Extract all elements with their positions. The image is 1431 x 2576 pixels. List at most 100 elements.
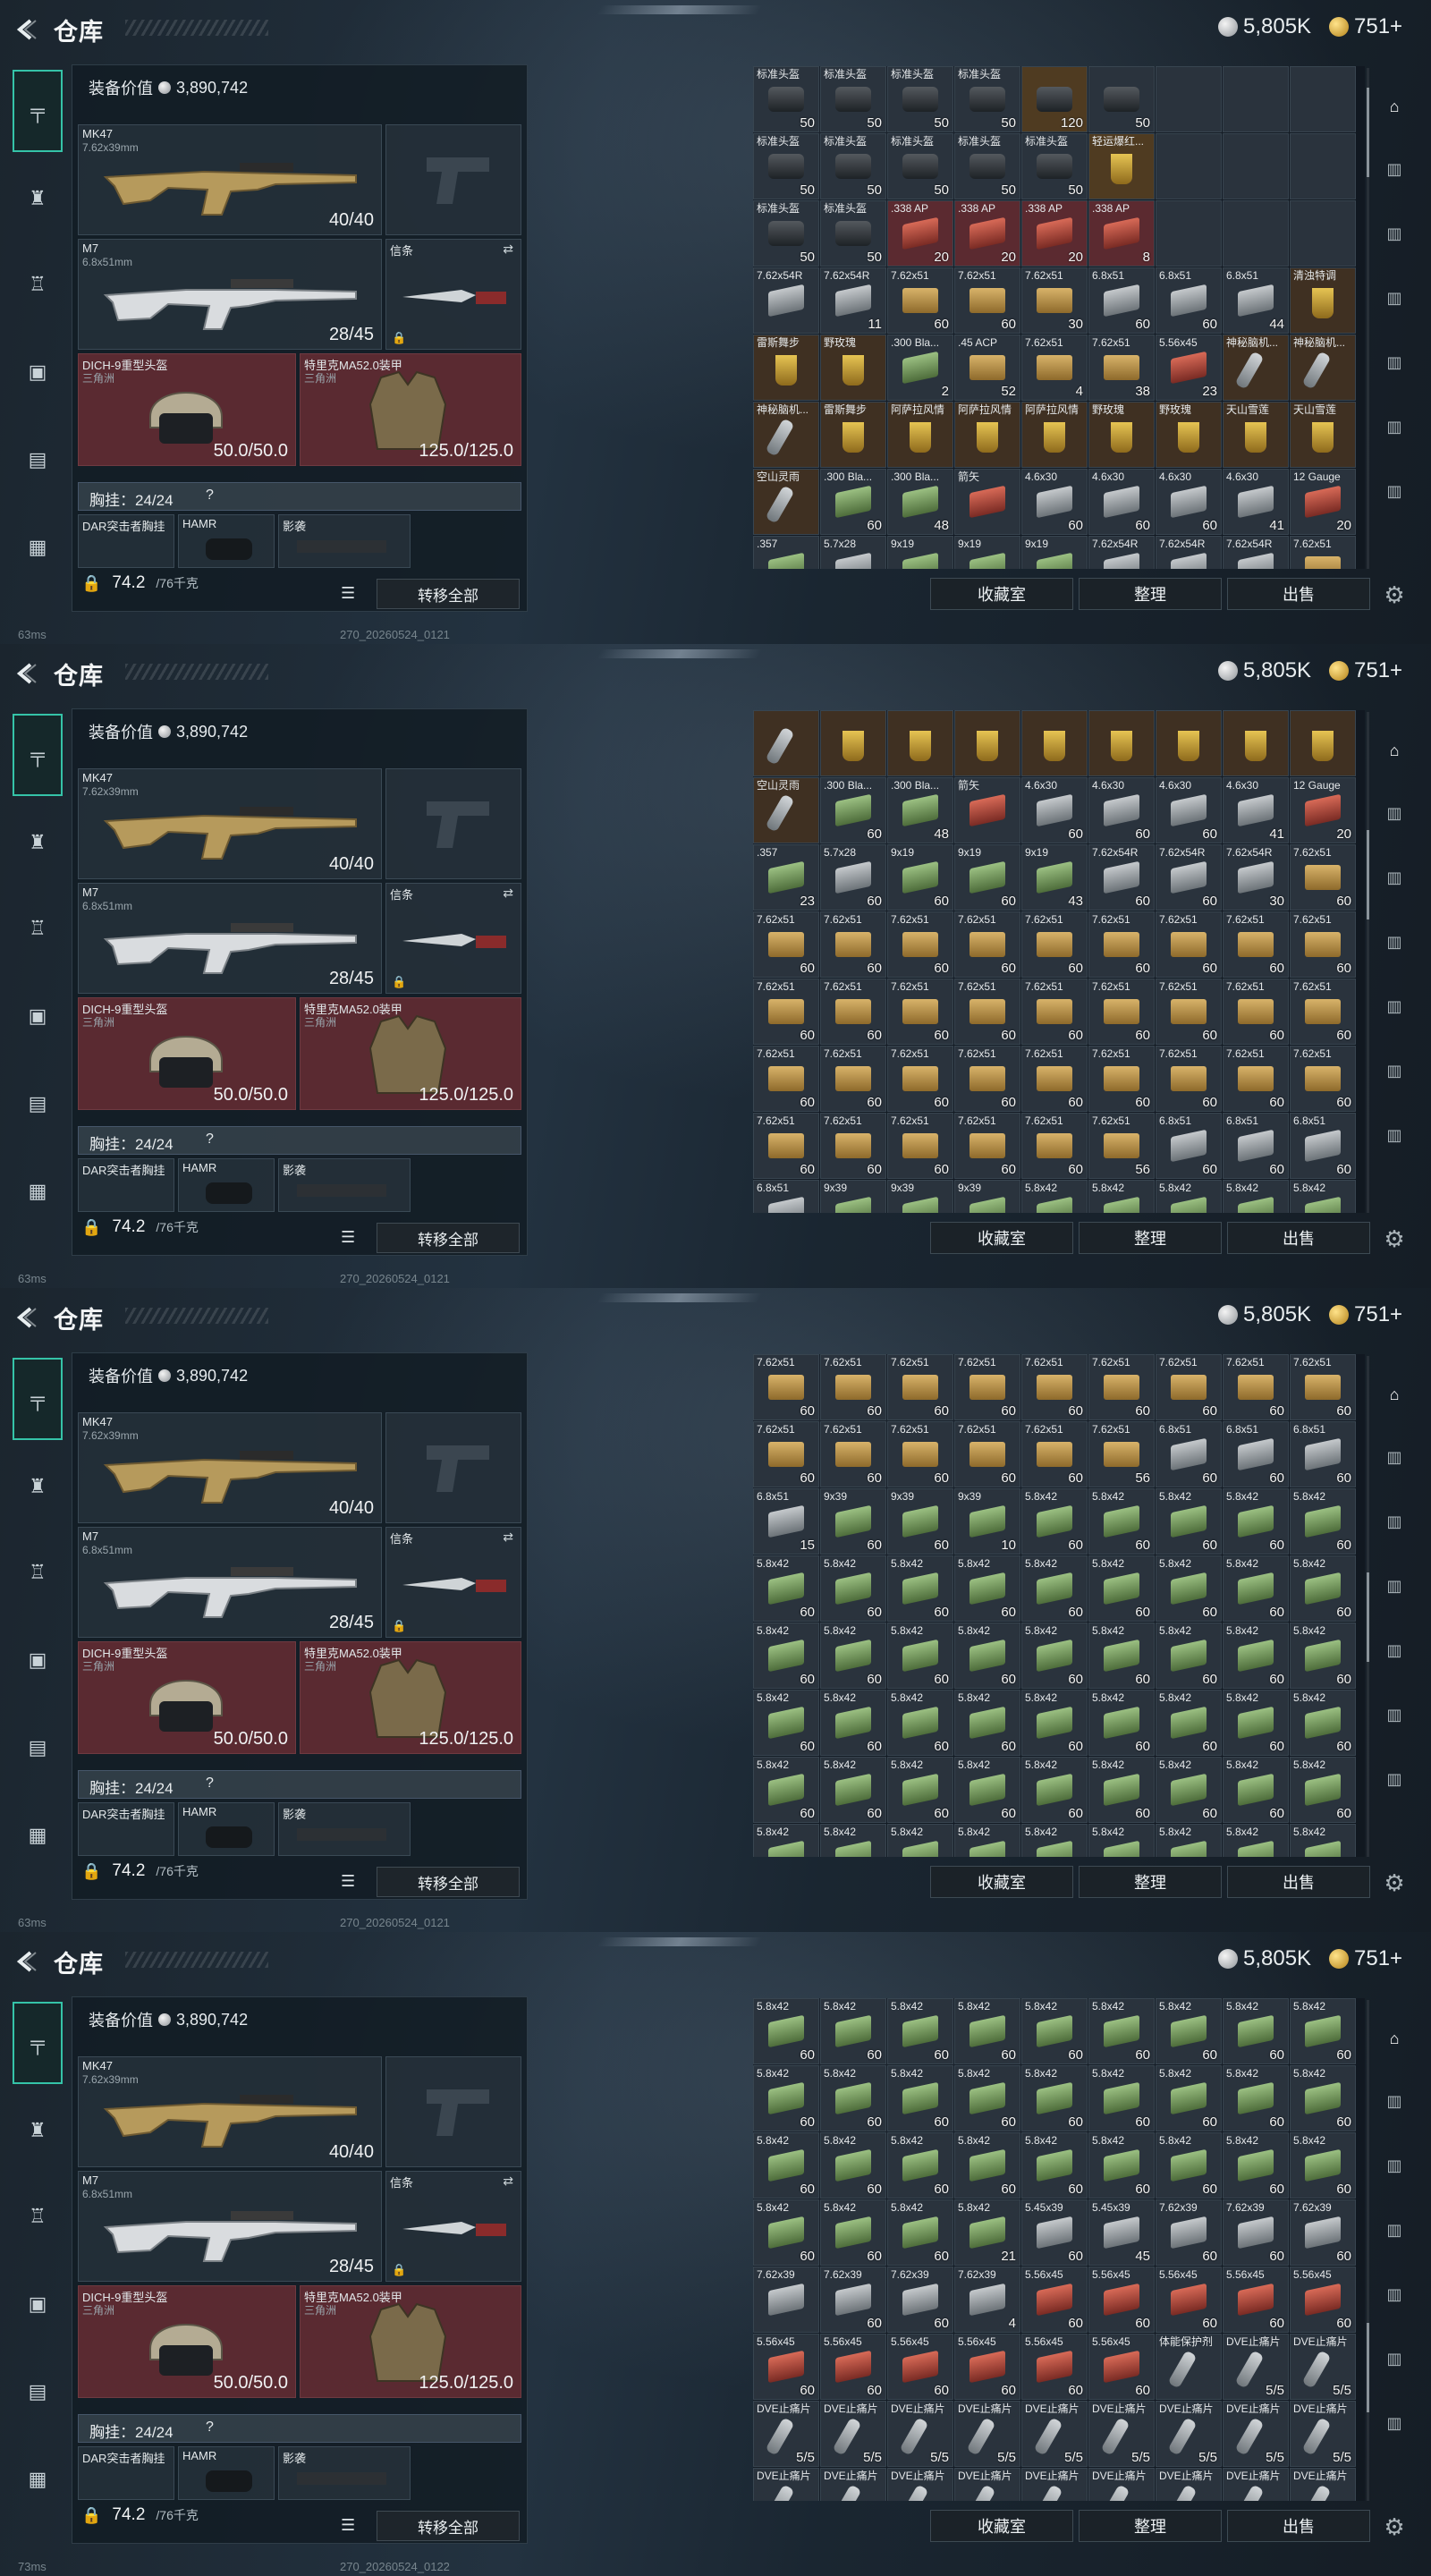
storage-item[interactable]: 5.45x39 45: [1088, 2199, 1155, 2266]
list-view-icon[interactable]: ☰: [341, 584, 364, 604]
chest-item[interactable]: DAR突击者胸挂: [78, 1802, 174, 1856]
storage-item[interactable]: 标准头盔 50: [887, 133, 953, 199]
storage-item[interactable]: 5.8x42: [1223, 1180, 1289, 1213]
storage-item[interactable]: 5.8x42: [1156, 1180, 1222, 1213]
storage-item[interactable]: 5.8x42 60: [1156, 1998, 1222, 2064]
storage-item[interactable]: 5.56x45 60: [1088, 2334, 1155, 2400]
storage-item[interactable]: 5.8x42 60: [753, 1757, 819, 1823]
storage-item[interactable]: 7.62x51 60: [1156, 1354, 1222, 1420]
transfer-all-button[interactable]: 转移全部: [377, 1223, 520, 1253]
storage-item[interactable]: 7.62x39 60: [1290, 2199, 1356, 2266]
storage-item[interactable]: 5.8x42 60: [1156, 1488, 1222, 1555]
storage-item[interactable]: DVE止痛片 5/5: [887, 2401, 953, 2467]
chest-rig-header[interactable]: 胸挂：24/24 ?: [78, 482, 521, 511]
nav-safebox[interactable]: ▤: [13, 1723, 63, 1773]
storage-tab-icon[interactable]: ▥: [1379, 2408, 1410, 2438]
storage-item[interactable]: [954, 710, 1020, 776]
storage-item[interactable]: 5.8x42 60: [1156, 1690, 1222, 1756]
storage-item[interactable]: DVE止痛片: [1290, 2468, 1356, 2501]
melee-slot[interactable]: 信条 ⇄ 🔒: [385, 239, 521, 350]
storage-tab-icon[interactable]: ▥: [1379, 1764, 1410, 1794]
storage-item[interactable]: 5.8x42 60: [1021, 1690, 1088, 1756]
storage-item[interactable]: 7.62x54R 60: [1156, 844, 1222, 911]
storage-item[interactable]: 神秘脑机...: [753, 402, 819, 468]
storage-tab-icon[interactable]: ▥: [1379, 1699, 1410, 1730]
storage-item[interactable]: 7.62x51 60: [954, 911, 1020, 978]
nav-backpack[interactable]: ▣: [13, 1635, 63, 1685]
storage-item[interactable]: 7.62x51 60: [1290, 1354, 1356, 1420]
storage-item[interactable]: 5.8x42 60: [1223, 1555, 1289, 1622]
storage-item[interactable]: 5.8x42 60: [954, 1623, 1020, 1689]
storage-item[interactable]: 5.8x42 60: [1223, 2132, 1289, 2199]
chest-item[interactable]: DAR突击者胸挂: [78, 1158, 174, 1212]
storage-item[interactable]: 7.62x51 60: [887, 1113, 953, 1179]
warehouse-tab-icon[interactable]: ⌂: [1379, 735, 1410, 766]
storage-item[interactable]: 7.62x51 60: [954, 979, 1020, 1045]
storage-item[interactable]: 7.62x39 60: [887, 2267, 953, 2333]
storage-item[interactable]: 7.62x54R: [1223, 536, 1289, 569]
storage-item[interactable]: 空山灵雨: [753, 777, 819, 843]
storage-item[interactable]: 9x39: [954, 1180, 1020, 1213]
storage-item[interactable]: [820, 710, 886, 776]
storage-tab-icon[interactable]: ▥: [1379, 1571, 1410, 1601]
settings-gear-icon[interactable]: ⚙: [1379, 1224, 1410, 1254]
storage-item[interactable]: [1290, 66, 1356, 132]
storage-item[interactable]: 5.8x42 60: [753, 2199, 819, 2266]
storage-item[interactable]: 120: [1021, 66, 1088, 132]
storage-item[interactable]: 5.8x42 60: [753, 1555, 819, 1622]
silver-currency[interactable]: 5,805K: [1218, 1946, 1311, 1971]
storage-item[interactable]: 5.8x42 60: [954, 1998, 1020, 2064]
nav-weapons[interactable]: ╤: [13, 70, 63, 152]
storage-item[interactable]: 5.7x28 60: [820, 844, 886, 911]
silver-currency[interactable]: 5,805K: [1218, 1302, 1311, 1327]
storage-item[interactable]: 天山雪莲: [1290, 402, 1356, 468]
storage-item[interactable]: 5.8x42: [1223, 1824, 1289, 1857]
storage-item[interactable]: 阿萨拉风情: [954, 402, 1020, 468]
nav-chest-rig[interactable]: ♖: [13, 903, 63, 953]
storage-item[interactable]: DVE止痛片: [753, 2468, 819, 2501]
melee-slot[interactable]: 信条 ⇄ 🔒: [385, 883, 521, 994]
storage-item[interactable]: 7.62x54R: [1156, 536, 1222, 569]
storage-item[interactable]: 清浊特调: [1290, 267, 1356, 334]
storage-item[interactable]: .300 Bla... 48: [887, 469, 953, 535]
help-icon[interactable]: ?: [206, 2419, 214, 2436]
storage-item[interactable]: 5.8x42 60: [887, 1757, 953, 1823]
sell-button[interactable]: 出售: [1227, 1866, 1370, 1898]
storage-item[interactable]: 7.62x51 60: [820, 1113, 886, 1179]
storage-item[interactable]: 4.6x30 41: [1223, 469, 1289, 535]
storage-item[interactable]: 7.62x39 60: [1223, 2199, 1289, 2266]
storage-item[interactable]: DVE止痛片 5/5: [1290, 2401, 1356, 2467]
storage-item[interactable]: 12 Gauge 20: [1290, 469, 1356, 535]
storage-item[interactable]: 7.62x51 4: [1021, 335, 1088, 401]
storage-item[interactable]: 5.8x42 60: [820, 2065, 886, 2131]
storage-item[interactable]: 神秘脑机...: [1290, 335, 1356, 401]
storage-item[interactable]: DVE止痛片 5/5: [1290, 2334, 1356, 2400]
storage-item[interactable]: 7.62x51 60: [887, 267, 953, 334]
storage-item[interactable]: 5.8x42 60: [1290, 1998, 1356, 2064]
storage-item[interactable]: 7.62x54R: [1088, 536, 1155, 569]
storage-item[interactable]: 9x19: [1021, 536, 1088, 569]
storage-tab-icon[interactable]: ▥: [1379, 1506, 1410, 1537]
storage-item[interactable]: 5.8x42 60: [887, 1998, 953, 2064]
settings-gear-icon[interactable]: ⚙: [1379, 580, 1410, 610]
sell-button[interactable]: 出售: [1227, 2510, 1370, 2542]
settings-gear-icon[interactable]: ⚙: [1379, 1868, 1410, 1898]
storage-item[interactable]: .338 AP 20: [887, 200, 953, 267]
storage-tab-icon[interactable]: ▥: [1379, 1055, 1410, 1086]
storage-item[interactable]: 7.62x51 60: [1088, 1354, 1155, 1420]
scrollbar-thumb[interactable]: [1367, 2323, 1369, 2412]
help-icon[interactable]: ?: [206, 1775, 214, 1792]
storage-item[interactable]: DVE止痛片 5/5: [954, 2401, 1020, 2467]
storage-item[interactable]: 4.6x30 60: [1021, 777, 1088, 843]
storage-item[interactable]: 5.8x42 60: [1088, 2065, 1155, 2131]
storage-item[interactable]: 5.8x42 60: [1223, 1623, 1289, 1689]
storage-item[interactable]: 5.8x42 60: [1290, 2065, 1356, 2131]
storage-item[interactable]: 7.62x51 60: [753, 1354, 819, 1420]
list-view-icon[interactable]: ☰: [341, 1228, 364, 1248]
storage-item[interactable]: .338 AP 8: [1088, 200, 1155, 267]
storage-item[interactable]: 7.62x51 60: [1290, 911, 1356, 978]
storage-item[interactable]: 5.8x42 60: [753, 2065, 819, 2131]
storage-item[interactable]: 5.56x45 23: [1156, 335, 1222, 401]
storage-item[interactable]: 7.62x51 60: [1290, 979, 1356, 1045]
storage-item[interactable]: 标准头盔 50: [820, 133, 886, 199]
